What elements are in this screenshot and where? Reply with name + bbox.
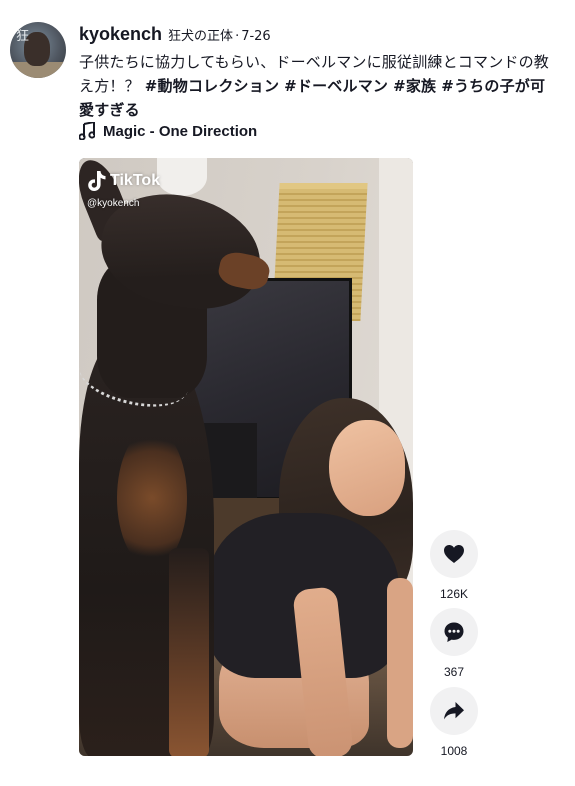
hashtag-link[interactable]: #家族	[393, 77, 436, 95]
watermark-brand: TikTok	[110, 172, 161, 189]
post-date: 7-26	[241, 29, 271, 44]
music-note-icon	[79, 122, 95, 140]
share-icon	[444, 702, 464, 720]
like-button[interactable]	[430, 530, 478, 578]
comment-button[interactable]	[430, 608, 478, 656]
music-link[interactable]: Magic - One Direction	[79, 122, 257, 140]
music-title: Magic - One Direction	[103, 122, 258, 140]
video-scene	[169, 548, 209, 756]
share-count: 1008	[440, 744, 468, 758]
author-avatar[interactable]: 狂	[10, 22, 66, 78]
comment-icon	[444, 622, 464, 642]
comment-action[interactable]: 367	[430, 608, 478, 679]
hashtag-link[interactable]: #動物コレクション	[145, 77, 279, 95]
video-player[interactable]: TikTok @kyokench	[79, 158, 413, 756]
author-nickname[interactable]: 狂犬の正体	[168, 25, 233, 44]
watermark-handle: @kyokench	[87, 198, 140, 209]
hashtag-link[interactable]: #ドーベルマン	[284, 77, 388, 95]
meta-separator: ·	[235, 29, 240, 44]
share-action[interactable]: 1008	[430, 687, 478, 758]
video-scene	[387, 578, 413, 748]
like-count: 126K	[439, 587, 469, 601]
share-button[interactable]	[430, 687, 478, 735]
post-header: kyokench 狂犬の正体 · 7-26	[79, 24, 561, 45]
like-action[interactable]: 126K	[430, 530, 478, 601]
post-description: 子供たちに協力してもらい、ドーベルマンに服従訓練とコマンドの教え方！？ #動物コ…	[79, 50, 559, 122]
tiktok-watermark: TikTok	[87, 170, 160, 192]
video-scene	[329, 420, 405, 516]
author-username[interactable]: kyokench	[79, 24, 162, 45]
avatar-glyph: 狂	[16, 29, 30, 44]
author-line: kyokench 狂犬の正体 · 7-26	[79, 24, 561, 45]
video-scene	[157, 158, 207, 196]
tiktok-logo-icon	[88, 171, 106, 191]
comment-count: 367	[443, 665, 465, 679]
video-scene	[117, 428, 187, 568]
heart-icon	[444, 545, 464, 563]
